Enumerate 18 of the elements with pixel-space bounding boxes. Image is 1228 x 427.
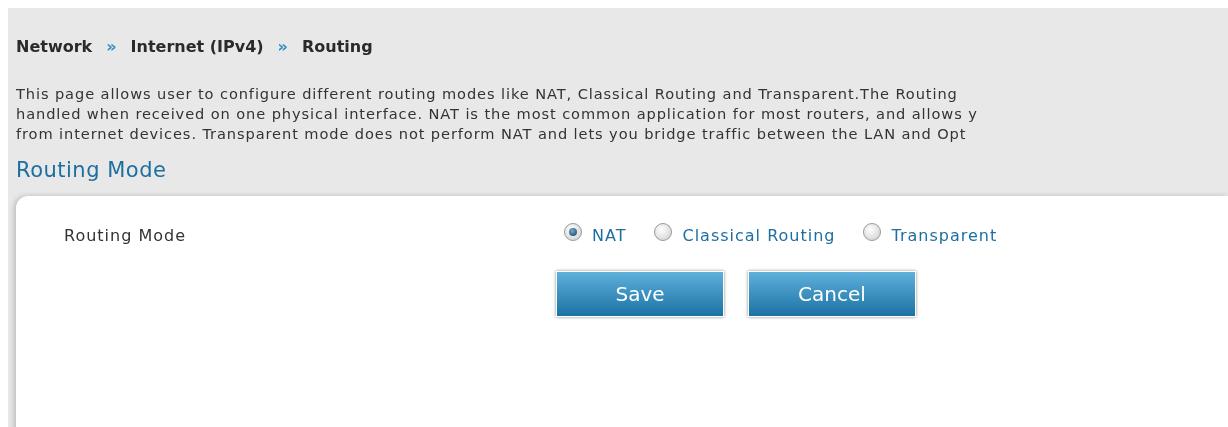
save-button[interactable]: Save bbox=[556, 271, 724, 317]
radio-button[interactable] bbox=[654, 222, 673, 241]
radio-button[interactable] bbox=[564, 222, 582, 241]
cancel-button[interactable]: Cancel bbox=[748, 271, 916, 317]
section-title: Routing Mode bbox=[16, 158, 168, 182]
description-text: from internet devices. Transparent mode does not perform NAT and lets you bridge traffic between the LAN and Opt bbox=[16, 124, 967, 144]
description-text: This page allows user to configure different routing modes like NAT, Classical Routing and Transparent.The Routing bbox=[16, 84, 958, 104]
radio-button[interactable] bbox=[863, 222, 882, 241]
radio-label[interactable]: NAT bbox=[592, 226, 627, 245]
description-text: handled when received on one physical interface. NAT is the most common application for most routers, and allows y bbox=[16, 104, 978, 124]
breadcrumb-separator: » bbox=[106, 36, 117, 56]
breadcrumb-item[interactable]: Routing bbox=[301, 36, 373, 56]
radio-label[interactable]: Classical Routing bbox=[682, 226, 836, 245]
breadcrumb-separator: » bbox=[277, 36, 288, 56]
field-label: Routing Mode bbox=[64, 226, 187, 245]
breadcrumb-item[interactable]: Network bbox=[16, 36, 93, 56]
radio-label[interactable]: Transparent bbox=[891, 226, 998, 245]
breadcrumb-item[interactable]: Internet (IPv4) bbox=[130, 36, 264, 56]
